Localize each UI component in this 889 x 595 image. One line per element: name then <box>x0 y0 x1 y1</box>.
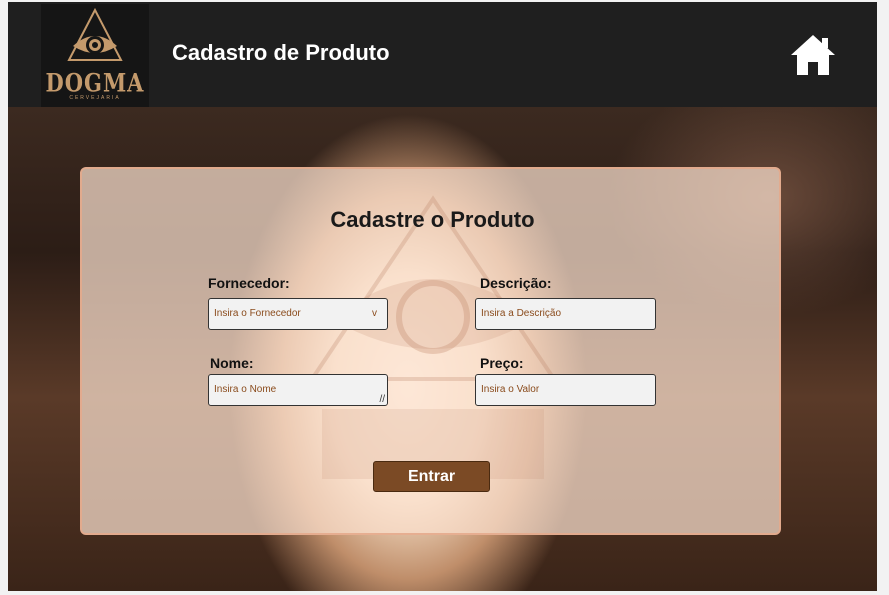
descricao-label: Descrição: <box>480 275 552 291</box>
nome-placeholder: Insira o Nome <box>214 384 277 395</box>
preco-label: Preço: <box>480 355 524 371</box>
fornecedor-select[interactable]: Insira o Fornecedor v <box>208 298 388 330</box>
form-title: Cadastre o Produto <box>330 207 535 232</box>
chevron-down-icon: v <box>372 308 377 319</box>
nome-label: Nome: <box>210 355 254 371</box>
descricao-placeholder: Insira a Descrição <box>481 308 562 319</box>
fornecedor-label: Fornecedor: <box>208 275 290 291</box>
resize-grip-icon[interactable]: // <box>379 395 385 405</box>
eye-hop-triangle-icon <box>67 7 123 61</box>
logo-wordmark: DOGMA <box>45 67 145 98</box>
top-header: DOGMA CERVEJARIA Cadastro de Produto <box>8 2 877 107</box>
page-title: Cadastro de Produto <box>172 40 390 65</box>
descricao-input[interactable]: Insira a Descrição <box>475 298 656 330</box>
form-panel: Cadastre o Produto Fornecedor: Insira o … <box>80 167 781 535</box>
logo-subtitle: CERVEJARIA <box>69 95 121 101</box>
preco-placeholder: Insira o Valor <box>481 384 540 395</box>
home-icon <box>791 35 835 75</box>
brand-logo: DOGMA CERVEJARIA <box>41 4 149 107</box>
enter-button[interactable]: Entrar <box>373 461 490 492</box>
fornecedor-placeholder: Insira o Fornecedor <box>214 308 301 319</box>
preco-input[interactable]: Insira o Valor <box>475 374 656 406</box>
home-button[interactable] <box>789 33 837 77</box>
nome-textarea[interactable]: Insira o Nome // <box>208 374 388 406</box>
